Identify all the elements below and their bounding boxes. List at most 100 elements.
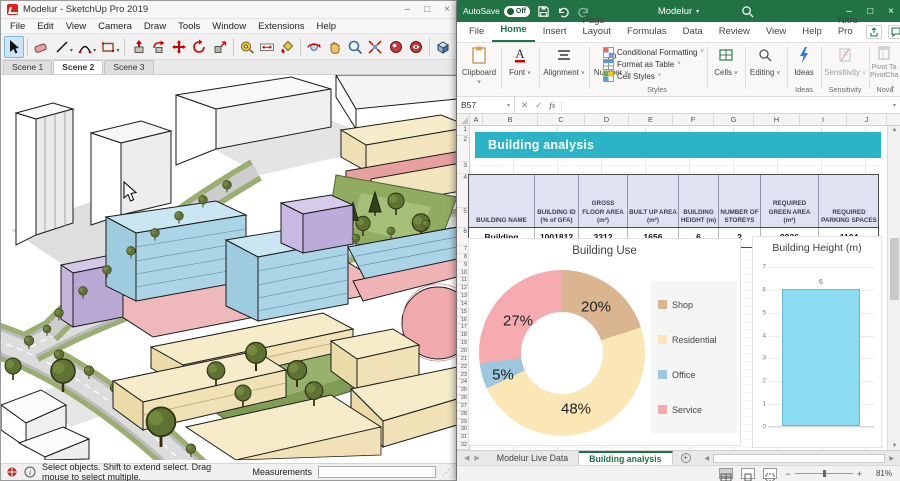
undo-icon[interactable] [557, 5, 570, 18]
row-header-1[interactable]: 1 [457, 126, 469, 136]
ribbon-group-editing[interactable]: Editing ˅ [747, 46, 783, 77]
comments-icon[interactable] [887, 25, 900, 39]
scene-tab-scene-2[interactable]: Scene 2 [53, 60, 104, 74]
push-pull-tool[interactable] [128, 36, 148, 58]
sheet-nav-right-icon[interactable]: ▶ [474, 454, 479, 462]
ribbon-tab-page-layout[interactable]: Page Layout [574, 12, 619, 42]
row-header-2[interactable]: 2 [457, 136, 469, 162]
geolocation-icon[interactable] [6, 466, 18, 478]
column-header-D[interactable]: D [585, 114, 629, 125]
scroll-down-icon[interactable]: ▼ [888, 443, 900, 449]
section-plane-tool[interactable] [433, 36, 453, 58]
excel-close-button[interactable]: × [888, 6, 894, 17]
follow-me-tool[interactable] [149, 36, 169, 58]
dimension-tool[interactable] [257, 36, 277, 58]
rotate-tool[interactable] [189, 36, 209, 58]
scene-tab-scene-1[interactable]: Scene 1 [3, 60, 53, 74]
building-use-chart[interactable]: Building Use 20% 48% 5% 27% Shop Residential… [468, 238, 741, 446]
hscroll-left-icon[interactable]: ◀ [705, 455, 710, 462]
column-header-A[interactable]: A [470, 114, 483, 125]
rectangle-tool[interactable] [98, 36, 118, 58]
share-icon[interactable] [865, 25, 882, 39]
menu-file[interactable]: File [5, 20, 30, 33]
vertical-scroll-thumb[interactable] [890, 238, 899, 300]
ribbon-tab-formulas[interactable]: Formulas [619, 23, 675, 42]
ribbon-group-pivot[interactable]: Pivot Ta PivotCha [870, 46, 898, 79]
sketchup-close-button[interactable]: × [444, 4, 450, 15]
ribbon-tab-data[interactable]: Data [675, 23, 711, 42]
menu-camera[interactable]: Camera [93, 20, 137, 33]
page-layout-view-button[interactable] [741, 468, 756, 481]
ribbon-group-font[interactable]: A Font ˅ [505, 46, 535, 77]
ribbon-tab-help[interactable]: Help [794, 23, 830, 42]
formula-input[interactable] [562, 97, 889, 113]
formula-bar-expand-icon[interactable]: ▾ [889, 102, 900, 109]
hscroll-right-icon[interactable]: ▶ [889, 455, 894, 462]
column-header-H[interactable]: H [754, 114, 800, 125]
column-header-F[interactable]: F [673, 114, 714, 125]
excel-maximize-button[interactable]: □ [867, 6, 873, 17]
sheet-tab-building-analysis[interactable]: Building analysis [579, 451, 673, 465]
select-tool[interactable] [4, 35, 25, 58]
look-around-tool[interactable] [406, 36, 426, 58]
orbit-tool[interactable] [304, 36, 324, 58]
sketchup-3d-viewport[interactable] [1, 75, 456, 463]
insert-function-icon[interactable]: fx [549, 100, 555, 110]
measurements-input[interactable] [318, 466, 436, 478]
arc-tool[interactable] [75, 36, 95, 58]
normal-view-button[interactable] [719, 468, 734, 481]
select-all-corner[interactable] [457, 114, 470, 125]
save-icon[interactable] [537, 5, 550, 18]
zoom-level[interactable]: 81% [870, 469, 892, 478]
menu-help[interactable]: Help [312, 20, 342, 33]
column-header-I[interactable]: I [800, 114, 847, 125]
ribbon-tab-review[interactable]: Review [711, 23, 758, 42]
scroll-up-icon[interactable]: ▲ [888, 127, 900, 133]
info-icon[interactable]: i [24, 466, 36, 478]
zoom-in-icon[interactable]: + [857, 469, 862, 479]
resize-grip[interactable]: ⋰ [442, 468, 451, 477]
menu-extensions[interactable]: Extensions [253, 20, 309, 33]
zoom-out-icon[interactable]: − [785, 469, 790, 479]
sketchup-maximize-button[interactable]: □ [424, 4, 430, 15]
confirm-formula-icon[interactable]: ✓ [535, 100, 542, 111]
ribbon-group-sensitivity[interactable]: Sensitivity ˅ [823, 46, 867, 77]
ribbon-group-alignment[interactable]: Alignment ˅ [542, 46, 586, 77]
column-header-J[interactable]: J [847, 114, 887, 125]
document-title[interactable]: Modelur ▾ [658, 6, 699, 17]
column-header-G[interactable]: G [714, 114, 754, 125]
pan-tool[interactable] [325, 36, 345, 58]
menu-view[interactable]: View [61, 20, 91, 33]
sheet-tab-modelur-live-data[interactable]: Modelur Live Data [487, 451, 580, 465]
zoom-slider-thumb[interactable] [822, 470, 826, 477]
page-break-view-button[interactable] [763, 468, 778, 481]
conditional-formatting-button[interactable]: Conditional Formatting ˅ [603, 46, 704, 58]
paint-bucket-tool[interactable] [277, 36, 297, 58]
autosave-toggle[interactable]: Off [503, 5, 530, 17]
autosave-control[interactable]: AutoSave Off [463, 5, 530, 17]
ribbon-group-clipboard[interactable]: Clipboard ˅ [461, 46, 497, 86]
column-header-E[interactable]: E [629, 114, 673, 125]
ribbon-group-ideas[interactable]: Ideas [789, 46, 819, 77]
scene-tab-scene-3[interactable]: Scene 3 [104, 60, 154, 74]
ribbon-collapse-chevron[interactable]: ⌃ [889, 85, 896, 94]
horizontal-scroll-thumb[interactable] [713, 453, 886, 463]
building-height-chart[interactable]: Building Height (m) 0 1 2 3 4 5 6 7 6 [752, 236, 882, 448]
worksheet-grid[interactable]: 1 2 3 4 5 6 7 8 9 10 11 12 13 14 15 16 17 18 19 20 21 22 23 24 2… [457, 126, 900, 450]
menu-draw[interactable]: Draw [139, 20, 171, 33]
scale-tool[interactable] [209, 36, 229, 58]
ribbon-tab-home[interactable]: Home [492, 21, 535, 42]
horizontal-scrollbar[interactable]: ◀ ▶ [704, 453, 894, 463]
ribbon-tab-file[interactable]: File [461, 23, 492, 42]
zoom-slider[interactable]: − + [785, 469, 862, 479]
cancel-formula-icon[interactable]: ✕ [521, 100, 528, 111]
menu-tools[interactable]: Tools [173, 20, 205, 33]
ribbon-tab-view[interactable]: View [758, 23, 794, 42]
ribbon-tab-insert[interactable]: Insert [535, 23, 575, 42]
ribbon-tab-nitro-pro[interactable]: Nitro Pro [830, 12, 866, 42]
new-sheet-button[interactable]: + [673, 451, 699, 465]
search-icon[interactable] [741, 5, 754, 18]
vertical-scrollbar[interactable]: ▲ ▼ [887, 126, 900, 450]
column-header-B[interactable]: B [483, 114, 538, 125]
line-tool[interactable] [52, 36, 72, 58]
